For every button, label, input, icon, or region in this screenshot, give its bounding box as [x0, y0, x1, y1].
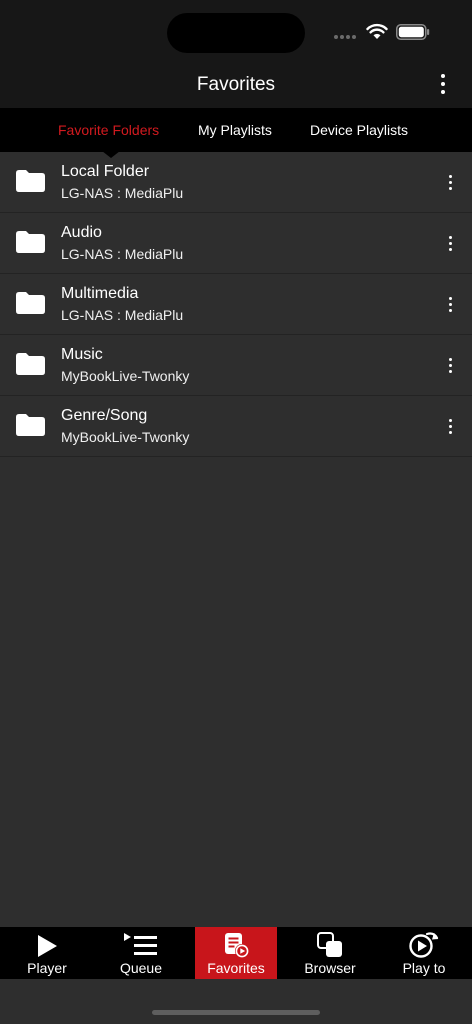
page-title: Favorites: [196, 74, 276, 95]
nav-favorites[interactable]: Favorites: [195, 927, 277, 979]
item-title: Audio: [61, 224, 102, 241]
list-item[interactable]: Genre/Song MyBookLive-Twonky: [0, 396, 472, 457]
nav-queue[interactable]: Queue: [100, 927, 182, 979]
item-subtitle: MyBookLive-Twonky: [61, 368, 190, 384]
item-subtitle: MyBookLive-Twonky: [61, 429, 190, 445]
home-bar-area: [0, 979, 472, 1024]
tab-my-playlists[interactable]: My Playlists: [198, 122, 272, 138]
status-bar: [0, 0, 472, 60]
home-indicator[interactable]: [152, 1010, 320, 1015]
title-bar: Favorites: [0, 60, 472, 108]
list-item[interactable]: Music MyBookLive-Twonky: [0, 335, 472, 396]
folder-icon: [16, 353, 45, 375]
more-options-icon[interactable]: [432, 71, 454, 97]
item-more-icon[interactable]: [439, 230, 461, 256]
item-more-icon[interactable]: [439, 352, 461, 378]
list-item[interactable]: Local Folder LG-NAS : MediaPlu: [0, 152, 472, 213]
tab-device-playlists[interactable]: Device Playlists: [310, 122, 408, 138]
play-icon: [38, 935, 57, 957]
folder-icon: [16, 414, 45, 436]
folder-icon: [16, 170, 45, 192]
item-subtitle: LG-NAS : MediaPlu: [61, 246, 184, 262]
folder-icon: [16, 292, 45, 314]
tab-bar: Favorite Folders My Playlists Device Pla…: [0, 108, 472, 158]
item-title: Music: [61, 346, 103, 363]
item-title: Local Folder: [61, 163, 150, 180]
battery-icon: [396, 24, 430, 40]
item-more-icon[interactable]: [439, 169, 461, 195]
nav-label: Play to: [402, 960, 446, 976]
nav-label: Player: [27, 960, 67, 976]
browser-icon: [317, 932, 342, 957]
tab-favorite-folders[interactable]: Favorite Folders: [58, 122, 159, 138]
nav-label: Browser: [304, 960, 356, 976]
item-more-icon[interactable]: [439, 413, 461, 439]
play-to-icon: [409, 932, 439, 958]
nav-player[interactable]: Player: [6, 927, 88, 979]
nav-label: Favorites: [207, 960, 265, 976]
nav-play-to[interactable]: Play to: [383, 927, 465, 979]
favorites-list: Local Folder LG-NAS : MediaPlu Audio LG-…: [0, 152, 472, 457]
item-subtitle: LG-NAS : MediaPlu: [61, 307, 184, 323]
list-item[interactable]: Audio LG-NAS : MediaPlu: [0, 213, 472, 274]
nav-label: Queue: [119, 960, 163, 976]
list-item[interactable]: Multimedia LG-NAS : MediaPlu: [0, 274, 472, 335]
wifi-icon: [366, 23, 388, 39]
item-more-icon[interactable]: [439, 291, 461, 317]
dynamic-island: [167, 13, 305, 53]
queue-icon: [124, 933, 157, 955]
folder-icon: [16, 231, 45, 253]
item-subtitle: LG-NAS : MediaPlu: [61, 185, 184, 201]
item-title: Multimedia: [61, 285, 139, 302]
bottom-navigation: Player Queue Favorites Browser Play to: [0, 927, 472, 979]
cellular-signal-icon: [334, 35, 356, 39]
favorites-icon: [225, 933, 249, 958]
item-title: Genre/Song: [61, 407, 148, 424]
nav-browser[interactable]: Browser: [289, 927, 371, 979]
